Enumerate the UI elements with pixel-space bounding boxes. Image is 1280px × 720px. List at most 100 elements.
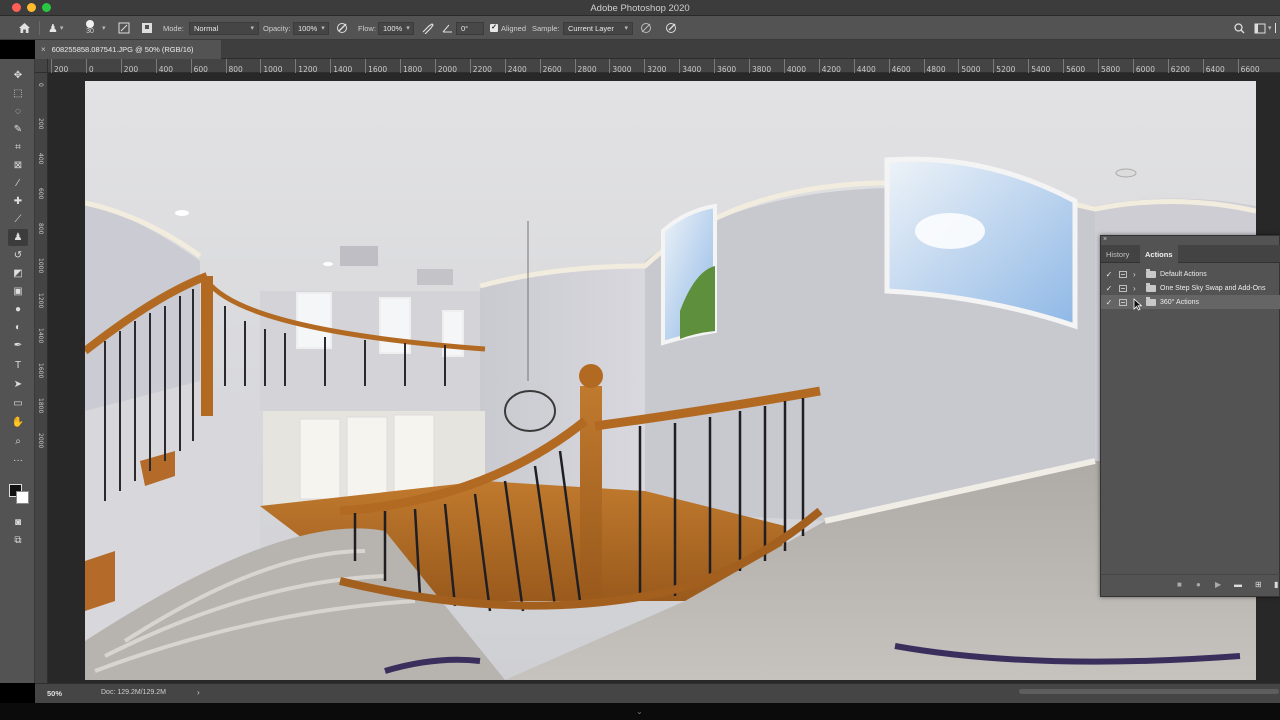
check-icon[interactable]: ✓ xyxy=(1105,284,1113,293)
lasso-tool-icon[interactable]: ◌ xyxy=(8,103,28,120)
mode-select[interactable]: Normal ▾ xyxy=(189,21,259,35)
marquee-tool-icon[interactable]: ⬚ xyxy=(8,85,28,102)
search-icon[interactable] xyxy=(1234,16,1245,40)
frame-tool-icon[interactable]: ⊠ xyxy=(8,157,28,174)
action-set-row[interactable]: ✓ › 360° Actions xyxy=(1101,295,1280,309)
play-icon[interactable]: ▶ xyxy=(1215,580,1221,589)
quick-mask-icon[interactable]: ◙ xyxy=(8,514,28,531)
stop-icon[interactable]: ■ xyxy=(1177,580,1182,589)
document-image[interactable] xyxy=(85,81,1256,680)
close-icon[interactable]: × xyxy=(41,45,46,54)
eraser-tool-icon[interactable]: ◩ xyxy=(8,265,28,282)
pressure-opacity-icon[interactable] xyxy=(336,16,349,40)
hand-tool-icon[interactable]: ✋ xyxy=(8,414,28,431)
document-tab-title: 608255858.087541.JPG @ 50% (RGB/16) xyxy=(51,45,194,54)
chevron-right-icon[interactable]: › xyxy=(1133,284,1136,293)
new-set-icon[interactable]: ▬ xyxy=(1234,580,1242,589)
ruler-tick-label: 0 xyxy=(37,83,44,87)
tab-actions[interactable]: Actions xyxy=(1140,245,1178,263)
pressure-size-icon[interactable] xyxy=(665,16,678,40)
action-set-row[interactable]: ✓ › One Step Sky Swap and Add-Ons xyxy=(1101,281,1280,295)
horizontal-scrollbar[interactable] xyxy=(1019,689,1279,694)
tool-preset-picker[interactable]: ♟ ▾ xyxy=(48,16,63,40)
zoom-tool-icon[interactable]: ⌕ xyxy=(8,433,28,450)
check-icon[interactable]: ✓ xyxy=(1105,270,1113,279)
flow-value: 100% xyxy=(383,23,403,33)
action-set-row[interactable]: ✓ › Default Actions xyxy=(1101,267,1280,281)
clone-stamp-tool-icon[interactable]: ♟ xyxy=(8,229,28,246)
record-icon[interactable]: ● xyxy=(1196,580,1201,589)
opacity-value: 100% xyxy=(298,23,318,33)
clone-source-panel-icon[interactable] xyxy=(141,16,153,40)
crop-tool-icon[interactable]: ⌗ xyxy=(8,139,28,156)
dodge-tool-icon[interactable]: ◐ xyxy=(8,319,28,336)
options-bar: ♟ ▾ 30 ▾ Mode: Normal ▾ Opacity: 100% ▾ Fl… xyxy=(0,16,1280,40)
ruler-tick-label: 1600 xyxy=(37,363,44,379)
brush-settings-panel-icon[interactable] xyxy=(118,16,130,40)
more-tools-icon[interactable]: ··· xyxy=(8,452,28,469)
trash-icon[interactable]: ▮ xyxy=(1274,580,1278,589)
eyedropper-tool-icon[interactable]: ⁄ xyxy=(8,175,28,192)
quick-select-tool-icon[interactable]: ✎ xyxy=(8,121,28,138)
workspace-icon[interactable]: ▾ xyxy=(1254,16,1272,40)
share-icon[interactable] xyxy=(1275,16,1280,40)
ruler-tick-label: 1400 xyxy=(37,328,44,344)
brush-preset-picker[interactable]: 30 xyxy=(86,16,94,40)
gradient-tool-icon[interactable]: ▣ xyxy=(8,283,28,300)
opacity-input[interactable]: 100% ▾ xyxy=(293,21,329,35)
chevron-down-icon: ▾ xyxy=(250,25,254,32)
opacity-label: Opacity: xyxy=(263,23,291,33)
mouse-cursor-icon xyxy=(1133,298,1142,311)
ignore-adjustment-layers-icon[interactable] xyxy=(640,16,652,40)
folder-icon xyxy=(1146,282,1156,292)
history-brush-tool-icon[interactable]: ↺ xyxy=(8,247,28,264)
chevron-down-icon[interactable]: ▾ xyxy=(102,16,106,40)
pen-tool-icon[interactable]: ✒ xyxy=(8,337,28,354)
chevron-right-icon[interactable]: › xyxy=(197,688,200,697)
path-select-tool-icon[interactable]: ➤ xyxy=(8,376,28,393)
flow-input[interactable]: 100% ▾ xyxy=(378,21,414,35)
brush-tool-icon[interactable]: ⟋ xyxy=(8,211,28,228)
move-tool-icon[interactable]: ✥ xyxy=(8,67,28,84)
screen-mode-icon[interactable]: ⧉ xyxy=(8,532,28,549)
status-bar: 50% Doc: 129.2M/129.2M › xyxy=(35,683,1280,703)
ruler-tick-label: 1200 xyxy=(37,293,44,309)
action-set-label: One Step Sky Swap and Add-Ons xyxy=(1160,284,1266,292)
blur-tool-icon[interactable]: ● xyxy=(8,301,28,318)
chevron-right-icon[interactable]: › xyxy=(1133,270,1136,279)
brush-size-label: 30 xyxy=(86,28,94,35)
document-tab-bar: × 608255858.087541.JPG @ 50% (RGB/16) xyxy=(35,40,1280,59)
zoom-level[interactable]: 50% xyxy=(47,689,62,698)
dialog-toggle-icon[interactable] xyxy=(1119,284,1127,292)
ruler-tick-label: 1000 xyxy=(37,258,44,274)
document-tab[interactable]: × 608255858.087541.JPG @ 50% (RGB/16) xyxy=(35,40,221,59)
document-size: Doc: 129.2M/129.2M xyxy=(101,689,166,696)
canvas-area[interactable] xyxy=(48,73,1280,683)
background-color-swatch[interactable] xyxy=(16,491,29,504)
sample-select[interactable]: Current Layer ▾ xyxy=(563,21,633,35)
tab-history[interactable]: History xyxy=(1101,245,1134,263)
horizontal-ruler[interactable]: 200 0 200 400 600 800 1000 1200 1400 1600 1800 2000… xyxy=(48,59,1280,74)
sample-value: Current Layer xyxy=(568,23,614,33)
chevron-down-icon: ▾ xyxy=(406,25,410,32)
vertical-ruler[interactable]: 0 200 400 600 800 1000 1200 1400 1600 1800 2000 xyxy=(35,73,48,683)
type-tool-icon[interactable]: T xyxy=(8,357,28,374)
home-icon[interactable] xyxy=(18,16,31,40)
healing-brush-tool-icon[interactable]: ✚ xyxy=(8,193,28,210)
folder-icon xyxy=(1146,268,1156,278)
flow-label: Flow: xyxy=(358,23,376,33)
ruler-tick-label: 800 xyxy=(37,223,44,235)
chevron-down-icon[interactable]: ⌄ xyxy=(636,707,643,716)
new-action-icon[interactable]: ⊞ xyxy=(1255,580,1262,589)
rectangle-tool-icon[interactable]: ▭ xyxy=(8,395,28,412)
dialog-toggle-icon[interactable] xyxy=(1119,270,1127,278)
app-title: Adobe Photoshop 2020 xyxy=(590,3,690,14)
close-icon[interactable]: × xyxy=(1103,236,1107,243)
angle-input[interactable]: 0° xyxy=(456,21,484,35)
dialog-toggle-icon[interactable] xyxy=(1119,298,1127,306)
airbrush-icon[interactable] xyxy=(421,16,435,40)
check-icon[interactable]: ✓ xyxy=(1105,298,1113,307)
ruler-origin[interactable] xyxy=(35,59,48,73)
aligned-checkbox[interactable]: ✓ Aligned xyxy=(490,16,526,40)
color-swatches[interactable] xyxy=(9,484,31,506)
